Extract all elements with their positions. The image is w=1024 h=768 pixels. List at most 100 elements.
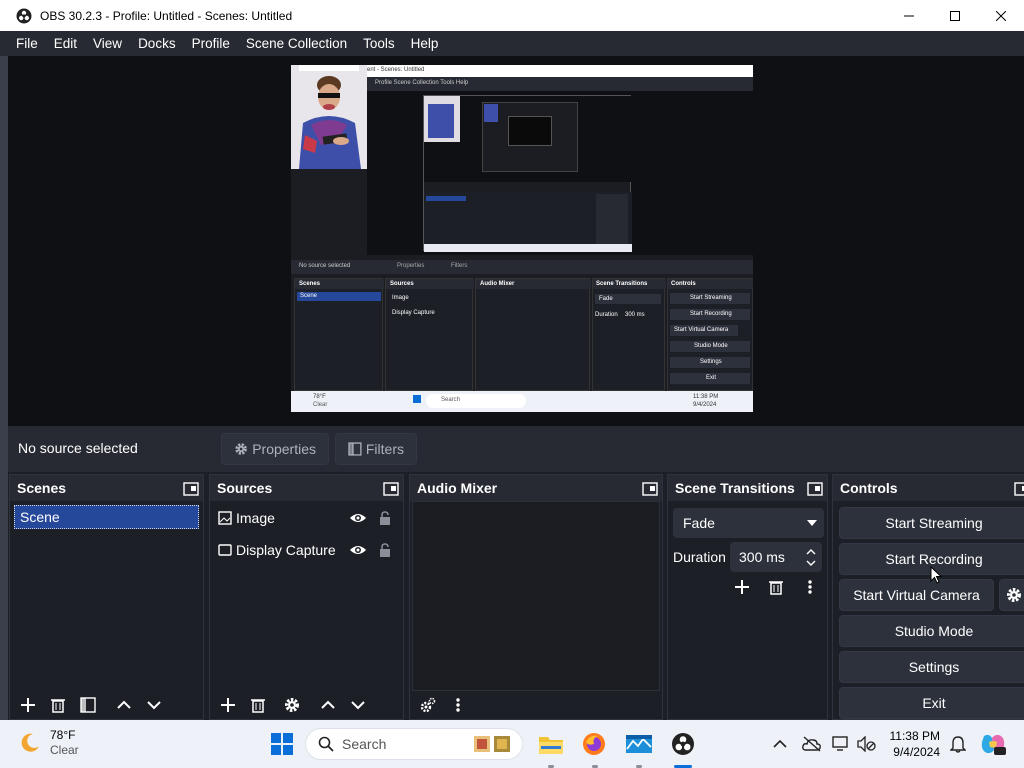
add-transition-button[interactable] <box>730 575 754 599</box>
visibility-eye-icon[interactable] <box>349 512 367 524</box>
weather-condition: Clear <box>50 743 79 757</box>
menu-tools[interactable]: Tools <box>355 36 403 51</box>
source-toolbar: No source selected Properties Filters <box>8 426 1024 472</box>
trash-icon <box>51 699 65 713</box>
dock-undock-icon[interactable] <box>642 480 658 496</box>
lock-icon[interactable] <box>379 543 391 557</box>
studio-mode-button[interactable]: Studio Mode <box>839 615 1024 647</box>
remove-scene-button[interactable] <box>46 693 70 717</box>
network-button[interactable] <box>800 732 824 756</box>
audio-mixer-header: Audio Mixer <box>410 475 662 501</box>
source-properties-button[interactable] <box>280 693 304 717</box>
menu-docks[interactable]: Docks <box>130 36 184 51</box>
scenes-list[interactable]: Scene <box>10 501 203 691</box>
scene-list-item[interactable]: Scene <box>14 505 199 529</box>
nested-btn-record: Start Recording <box>690 311 732 317</box>
nested-weather-cond: Clear <box>313 402 328 408</box>
nested-sources-dock: Sources Image Display Capture <box>385 278 474 391</box>
chevron-down-icon <box>806 560 816 566</box>
sources-dock-header: Sources <box>210 475 403 501</box>
add-source-button[interactable] <box>216 693 240 717</box>
nested-src-image: Image <box>392 295 409 301</box>
transition-select[interactable]: Fade <box>673 508 824 538</box>
maximize-button[interactable] <box>932 0 978 31</box>
virtual-camera-settings-button[interactable] <box>999 579 1024 611</box>
start-button[interactable] <box>270 732 294 756</box>
dock-undock-icon[interactable] <box>183 480 199 496</box>
audio-menu-button[interactable] <box>446 693 470 717</box>
nested-src-display: Display Capture <box>392 310 435 316</box>
audio-mixer-area[interactable] <box>412 501 660 691</box>
app-button-blue[interactable] <box>625 732 653 756</box>
menu-file[interactable]: File <box>8 36 46 51</box>
duration-decrement[interactable] <box>804 557 818 569</box>
preview-canvas[interactable]: ent - Scenes: Untitled Profile Scene Col… <box>291 65 753 412</box>
taskbar-search-box[interactable]: Search <box>305 728 523 760</box>
nested-nested-screen <box>423 95 632 252</box>
volume-muted-button[interactable] <box>856 732 876 756</box>
dock-undock-icon[interactable] <box>807 480 823 496</box>
remove-transition-button[interactable] <box>764 575 788 599</box>
remove-source-button[interactable] <box>246 693 270 717</box>
move-scene-up-button[interactable] <box>112 693 136 717</box>
sources-list[interactable]: Image Display Capture <box>210 501 403 691</box>
menu-view[interactable]: View <box>85 36 130 51</box>
audio-mixer-title: Audio Mixer <box>417 480 498 496</box>
filters-label: Filters <box>365 441 404 457</box>
nested-clock-date: 9/4/2024 <box>693 402 717 408</box>
lock-icon[interactable] <box>379 511 391 525</box>
copilot-button[interactable] <box>980 732 1006 756</box>
nested-btn-exit: Exit <box>706 375 717 381</box>
show-hidden-icons-button[interactable] <box>768 732 792 756</box>
nested-scene-item: Scene <box>300 293 318 299</box>
menu-profile[interactable]: Profile <box>184 36 238 51</box>
window-title: OBS 30.2.3 - Profile: Untitled - Scenes:… <box>40 8 293 23</box>
scene-filters-button[interactable] <box>76 693 100 717</box>
filters-button[interactable]: Filters <box>335 433 417 465</box>
settings-button[interactable]: Settings <box>839 651 1024 683</box>
duration-spinbox[interactable]: 300 ms <box>730 542 822 572</box>
minimize-button[interactable] <box>886 0 932 31</box>
filters-icon <box>80 697 96 713</box>
move-source-up-button[interactable] <box>316 693 340 717</box>
window-left-edge <box>0 56 8 720</box>
obs-taskbar-button[interactable] <box>671 732 695 756</box>
dock-undock-icon[interactable] <box>1014 480 1024 496</box>
system-clock[interactable]: 11:38 PM 9/4/2024 <box>880 728 940 760</box>
close-icon <box>996 10 1006 21</box>
duration-increment[interactable] <box>804 545 818 557</box>
close-button[interactable] <box>978 0 1024 31</box>
notifications-button[interactable] <box>946 732 970 756</box>
nested-search: Search <box>441 397 461 403</box>
source-item-display-capture[interactable]: Display Capture <box>210 535 403 565</box>
chevron-down-icon <box>147 701 161 710</box>
menu-help[interactable]: Help <box>403 36 447 51</box>
menu-edit[interactable]: Edit <box>46 36 85 51</box>
monitor-network-icon <box>832 736 848 751</box>
search-icon <box>318 736 334 752</box>
exit-button[interactable]: Exit <box>839 687 1024 719</box>
add-scene-button[interactable] <box>16 693 40 717</box>
controls-dock: Controls Start Streaming Start Recording… <box>832 474 1024 720</box>
menu-scene-collection[interactable]: Scene Collection <box>238 36 355 51</box>
nested-title: ent - Scenes: Untitled <box>367 67 425 73</box>
firefox-button[interactable] <box>582 732 606 756</box>
move-source-down-button[interactable] <box>346 693 370 717</box>
nested-taskbar: 78°F Clear Search 11:38 PM 9/4/2024 <box>291 391 753 412</box>
display-button[interactable] <box>832 732 852 756</box>
visibility-eye-icon[interactable] <box>349 544 367 556</box>
properties-label: Properties <box>252 441 316 457</box>
start-streaming-button[interactable]: Start Streaming <box>839 507 1024 539</box>
move-scene-down-button[interactable] <box>142 693 166 717</box>
advanced-audio-button[interactable] <box>416 693 440 717</box>
source-item-image[interactable]: Image <box>210 503 403 533</box>
nested-duration-val: 300 ms <box>625 312 645 318</box>
dock-undock-icon[interactable] <box>383 480 399 496</box>
clock-date: 9/4/2024 <box>893 745 940 759</box>
weather-widget[interactable]: 78°F Clear <box>18 728 79 758</box>
folder-icon <box>539 737 563 754</box>
properties-button[interactable]: Properties <box>221 433 329 465</box>
start-virtual-camera-button[interactable]: Start Virtual Camera <box>839 579 994 611</box>
file-explorer-button[interactable] <box>538 732 564 756</box>
transition-menu-button[interactable] <box>798 575 822 599</box>
